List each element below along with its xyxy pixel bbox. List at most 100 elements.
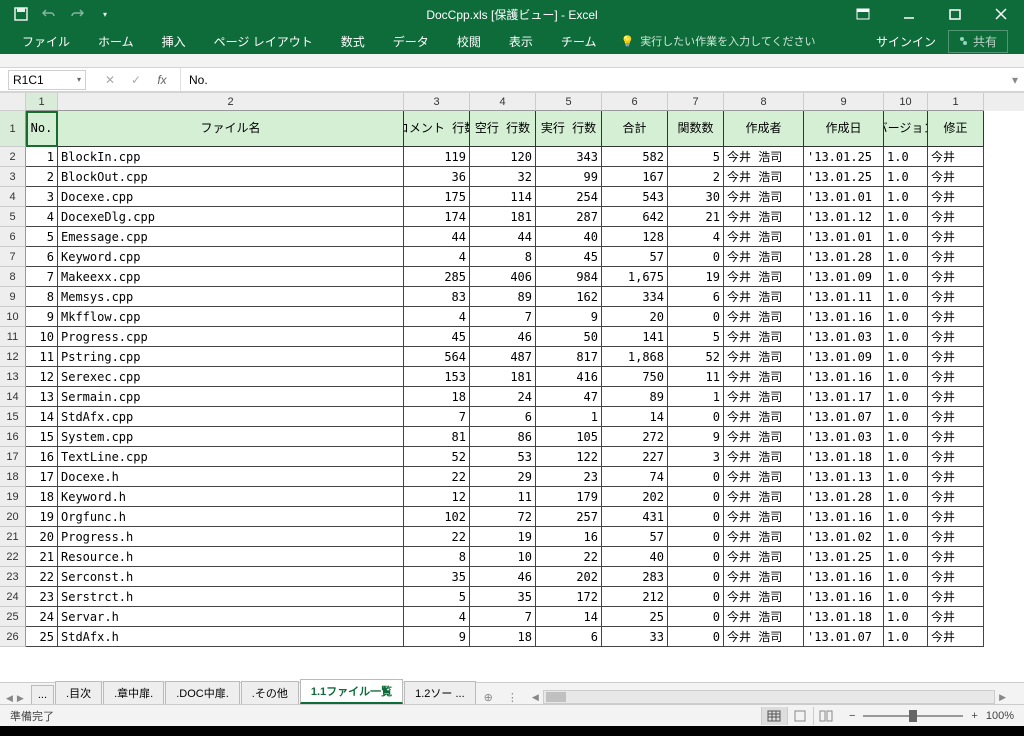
cell-exec[interactable]: 16 <box>536 527 602 547</box>
sheet-tab[interactable]: 1.1ファイル一覧 <box>300 679 403 704</box>
maximize-button[interactable] <box>932 0 978 28</box>
cell-author[interactable]: 今井 浩司 <box>724 447 804 467</box>
row-header[interactable]: 25 <box>0 607 26 627</box>
cell-filename[interactable]: Keyword.h <box>58 487 404 507</box>
zoom-slider-thumb[interactable] <box>909 710 917 722</box>
cell-filename[interactable]: TextLine.cpp <box>58 447 404 467</box>
header-exec-lines[interactable]: 実行 行数 <box>536 111 602 147</box>
cell-total[interactable]: 40 <box>602 547 668 567</box>
cell-filename[interactable]: Servar.h <box>58 607 404 627</box>
cell-total[interactable]: 642 <box>602 207 668 227</box>
name-box[interactable]: R1C1 ▾ <box>8 70 86 90</box>
cell-version[interactable]: 1.0 <box>884 427 928 447</box>
cell-blank[interactable]: 114 <box>470 187 536 207</box>
cell-version[interactable]: 1.0 <box>884 367 928 387</box>
row-header[interactable]: 15 <box>0 407 26 427</box>
cell-filename[interactable]: Resource.h <box>58 547 404 567</box>
cell-total[interactable]: 89 <box>602 387 668 407</box>
cell-comment[interactable]: 7 <box>404 407 470 427</box>
cell-blank[interactable]: 35 <box>470 587 536 607</box>
header-author[interactable]: 作成者 <box>724 111 804 147</box>
cell-funcs[interactable]: 21 <box>668 207 724 227</box>
cell-no[interactable]: 22 <box>26 567 58 587</box>
sheet-nav-prev-icon[interactable]: ◀ <box>6 693 13 704</box>
column-header[interactable]: 5 <box>536 93 602 111</box>
cell-no[interactable]: 6 <box>26 247 58 267</box>
cell-version[interactable]: 1.0 <box>884 587 928 607</box>
scroll-left-icon[interactable]: ◀ <box>532 692 539 703</box>
ribbon-tab-team[interactable]: チーム <box>547 28 611 54</box>
cell-modifier[interactable]: 今井 <box>928 287 984 307</box>
cell-comment[interactable]: 4 <box>404 247 470 267</box>
zoom-in-button[interactable]: + <box>971 710 977 722</box>
cell-author[interactable]: 今井 浩司 <box>724 227 804 247</box>
cell-exec[interactable]: 202 <box>536 567 602 587</box>
ribbon-tab-formulas[interactable]: 数式 <box>327 28 379 54</box>
cell-author[interactable]: 今井 浩司 <box>724 467 804 487</box>
sheet-tab[interactable]: .目次 <box>55 681 102 704</box>
cell-no[interactable]: 19 <box>26 507 58 527</box>
cell-blank[interactable]: 181 <box>470 367 536 387</box>
cell-author[interactable]: 今井 浩司 <box>724 507 804 527</box>
cell-modifier[interactable]: 今井 <box>928 307 984 327</box>
row-header[interactable]: 18 <box>0 467 26 487</box>
cell-no[interactable]: 4 <box>26 207 58 227</box>
cell-version[interactable]: 1.0 <box>884 267 928 287</box>
row-header[interactable]: 19 <box>0 487 26 507</box>
cell-filename[interactable]: Progress.h <box>58 527 404 547</box>
cell-blank[interactable]: 24 <box>470 387 536 407</box>
header-created-date[interactable]: 作成日 <box>804 111 884 147</box>
row-header[interactable]: 26 <box>0 627 26 647</box>
cell-blank[interactable]: 7 <box>470 307 536 327</box>
cell-total[interactable]: 582 <box>602 147 668 167</box>
column-header[interactable]: 6 <box>602 93 668 111</box>
cell-funcs[interactable]: 1 <box>668 387 724 407</box>
column-header[interactable]: 2 <box>58 93 404 111</box>
row-header[interactable]: 23 <box>0 567 26 587</box>
cell-blank[interactable]: 406 <box>470 267 536 287</box>
cell-exec[interactable]: 105 <box>536 427 602 447</box>
cell-modifier[interactable]: 今井 <box>928 147 984 167</box>
cell-no[interactable]: 20 <box>26 527 58 547</box>
scroll-right-icon[interactable]: ▶ <box>999 692 1006 703</box>
cell-exec[interactable]: 50 <box>536 327 602 347</box>
row-header[interactable]: 14 <box>0 387 26 407</box>
cell-total[interactable]: 25 <box>602 607 668 627</box>
cell-author[interactable]: 今井 浩司 <box>724 567 804 587</box>
sheet-nav-next-icon[interactable]: ▶ <box>17 693 24 704</box>
cell-exec[interactable]: 45 <box>536 247 602 267</box>
cell-funcs[interactable]: 0 <box>668 307 724 327</box>
cell-date[interactable]: '13.01.09 <box>804 347 884 367</box>
cell-total[interactable]: 272 <box>602 427 668 447</box>
header-blank-lines[interactable]: 空行 行数 <box>470 111 536 147</box>
cell-funcs[interactable]: 0 <box>668 627 724 647</box>
row-header[interactable]: 11 <box>0 327 26 347</box>
cell-filename[interactable]: System.cpp <box>58 427 404 447</box>
cell-total[interactable]: 212 <box>602 587 668 607</box>
cell-funcs[interactable]: 5 <box>668 327 724 347</box>
cell-author[interactable]: 今井 浩司 <box>724 247 804 267</box>
cell-comment[interactable]: 285 <box>404 267 470 287</box>
cell-filename[interactable]: Pstring.cpp <box>58 347 404 367</box>
cell-modifier[interactable]: 今井 <box>928 387 984 407</box>
cell-date[interactable]: '13.01.16 <box>804 307 884 327</box>
cell-blank[interactable]: 89 <box>470 287 536 307</box>
cell-total[interactable]: 431 <box>602 507 668 527</box>
normal-view-icon[interactable] <box>761 707 787 725</box>
cell-comment[interactable]: 52 <box>404 447 470 467</box>
formula-input[interactable]: No. <box>180 68 1006 91</box>
cell-total[interactable]: 543 <box>602 187 668 207</box>
cell-comment[interactable]: 36 <box>404 167 470 187</box>
sheet-tab[interactable]: .その他 <box>241 681 299 704</box>
cell-modifier[interactable]: 今井 <box>928 187 984 207</box>
cell-date[interactable]: '13.01.16 <box>804 567 884 587</box>
cell-author[interactable]: 今井 浩司 <box>724 307 804 327</box>
cell-funcs[interactable]: 9 <box>668 427 724 447</box>
cell-no[interactable]: 12 <box>26 367 58 387</box>
row-header[interactable]: 6 <box>0 227 26 247</box>
cell-modifier[interactable]: 今井 <box>928 627 984 647</box>
cell-exec[interactable]: 47 <box>536 387 602 407</box>
cell-author[interactable]: 今井 浩司 <box>724 407 804 427</box>
cell-comment[interactable]: 102 <box>404 507 470 527</box>
cell-version[interactable]: 1.0 <box>884 487 928 507</box>
